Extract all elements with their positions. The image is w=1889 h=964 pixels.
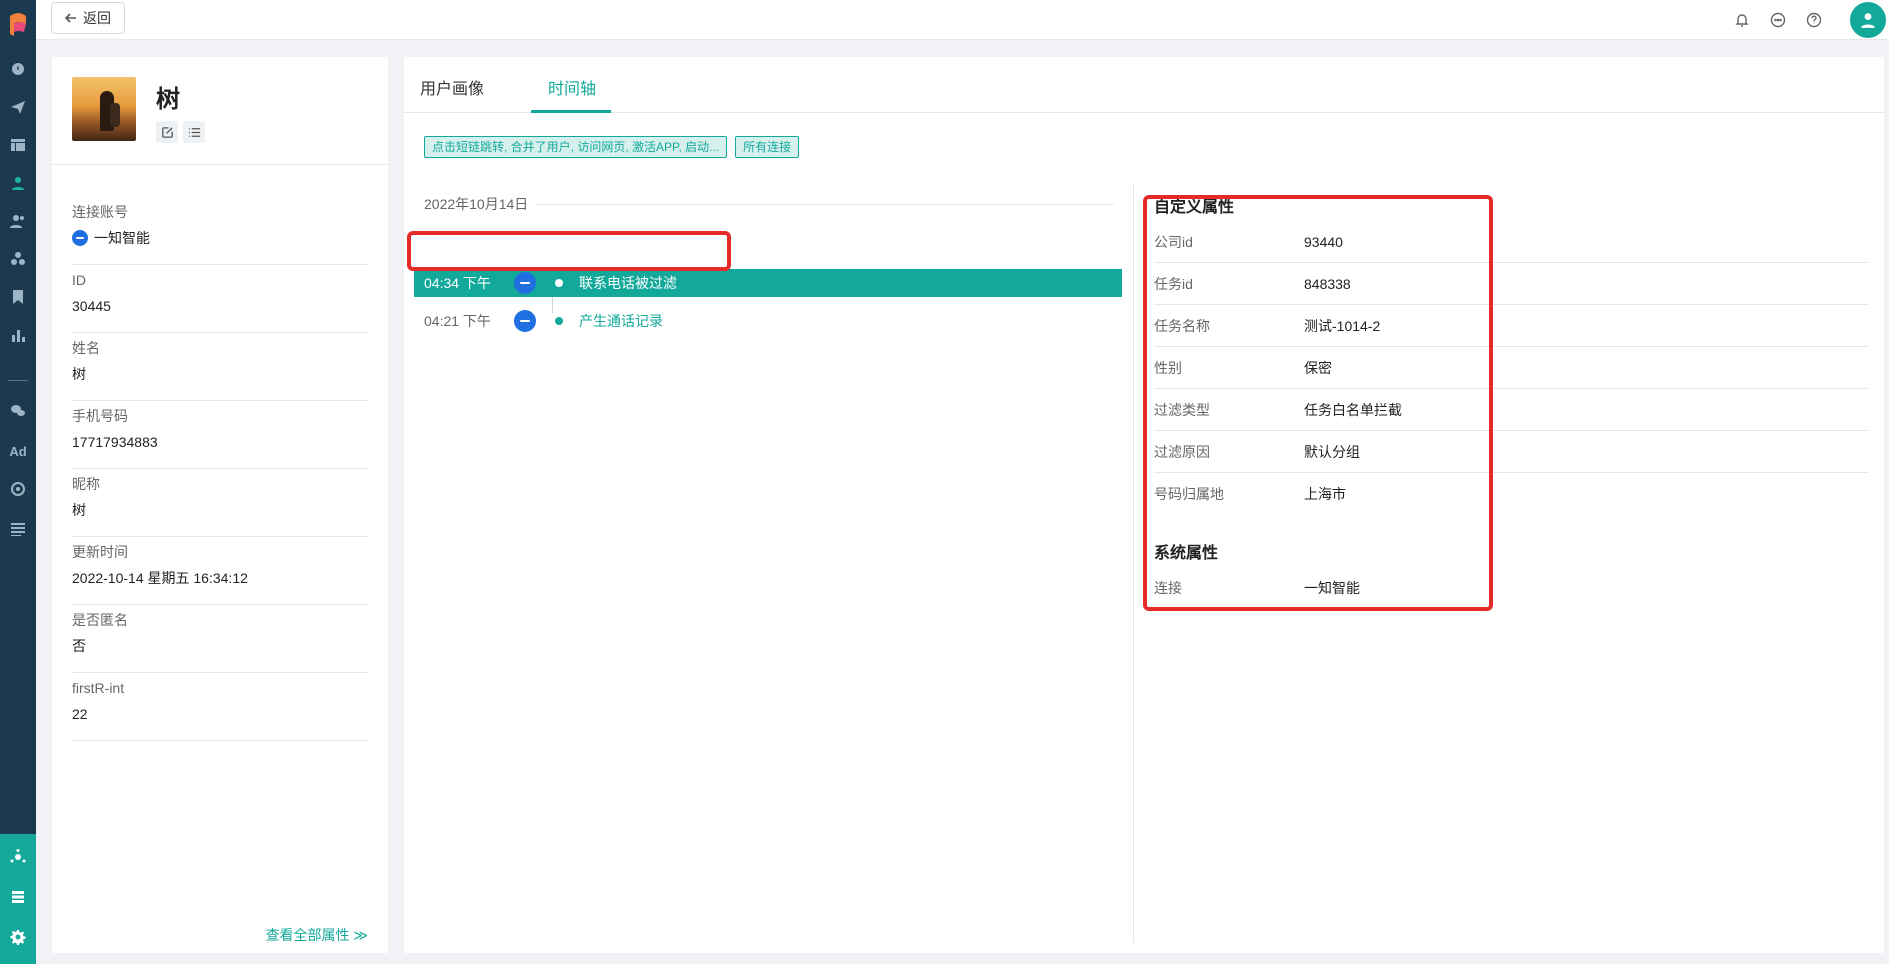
field-value: 2022-10-14 星期五 16:34:12: [72, 570, 248, 586]
app-logo-icon: [10, 13, 26, 36]
active-tab-indicator: [531, 110, 611, 113]
field-phone: 手机号码 17717934883: [72, 401, 368, 469]
field-value: 树: [72, 502, 86, 518]
field-label: 昵称: [72, 476, 100, 492]
edit-button[interactable]: [156, 121, 178, 143]
event-title: 联系电话被过滤: [579, 275, 677, 291]
timeline-event-selected[interactable]: 04:34 下午 联系电话被过滤: [414, 269, 1122, 297]
top-bar: 返回: [36, 0, 1889, 40]
users-icon[interactable]: [0, 206, 36, 236]
timeline-node-icon: [555, 317, 563, 325]
server-icon[interactable]: [0, 882, 36, 912]
rail-divider: [8, 380, 28, 381]
field-label: 更新时间: [72, 544, 128, 560]
field-value: 17717934883: [72, 434, 158, 450]
dashboard-icon[interactable]: [0, 54, 36, 84]
bookmark-icon[interactable]: [0, 282, 36, 312]
main-panel: 用户画像 时间轴 点击短链跳转, 合并了用户, 访问网页, 激活APP, 启动.…: [404, 57, 1884, 953]
list-icon: [188, 127, 200, 137]
event-type-filter-chip[interactable]: 点击短链跳转, 合并了用户, 访问网页, 激活APP, 启动...: [424, 136, 728, 158]
avatar-icon[interactable]: [1850, 2, 1886, 38]
field-firstr-int: firstR-int 22: [72, 673, 368, 741]
timeline-date-header: 2022年10月14日: [424, 195, 1114, 213]
timeline-node-icon: [555, 279, 563, 287]
highlight-box-attributes: [1143, 195, 1493, 611]
bar-chart-icon[interactable]: [0, 320, 36, 350]
field-label: 是否匿名: [72, 612, 128, 628]
help-icon[interactable]: [1796, 2, 1832, 38]
connection-filter-chip[interactable]: 所有连接: [735, 136, 800, 158]
field-id: ID 30445: [72, 265, 368, 333]
settings-gear-icon[interactable]: [0, 922, 36, 952]
tab-user-profile[interactable]: 用户画像: [420, 75, 484, 99]
field-value: 一知智能: [94, 230, 150, 246]
field-connected-account: 连接账号 一知智能: [72, 197, 368, 265]
tab-timeline[interactable]: 时间轴: [548, 75, 596, 99]
field-label: firstR-int: [72, 680, 125, 696]
field-label: 连接账号: [72, 204, 128, 220]
back-button-label: 返回: [83, 10, 111, 26]
bell-icon[interactable]: [1724, 2, 1760, 38]
list-view-button[interactable]: [183, 121, 205, 143]
company-logo-icon: [72, 230, 88, 246]
rail-bottom-group: [0, 834, 36, 964]
tab-bar: 用户画像 时间轴: [404, 57, 1884, 113]
source-logo-icon: [514, 310, 536, 332]
left-nav-rail: Ad: [0, 0, 36, 964]
field-label: 手机号码: [72, 408, 128, 424]
group-icon[interactable]: [0, 244, 36, 274]
profile-card: 树 连接账号 一知智能 ID 30445 姓名 树 手机号码 177179348…: [52, 57, 388, 953]
timeline-event[interactable]: 04:21 下午 产生通话记录: [414, 307, 1122, 335]
user-icon[interactable]: [0, 168, 36, 198]
field-anonymous: 是否匿名 否: [72, 605, 368, 673]
field-value: 30445: [72, 298, 111, 314]
send-icon[interactable]: [0, 92, 36, 122]
event-time: 04:21 下午: [424, 313, 491, 329]
field-label: 姓名: [72, 340, 100, 356]
panel-divider: [1133, 183, 1134, 943]
source-logo-icon: [514, 272, 536, 294]
target-icon[interactable]: [0, 474, 36, 504]
field-name: 姓名 树: [72, 333, 368, 401]
top-icons: [1724, 0, 1889, 40]
wechat-icon[interactable]: [0, 396, 36, 426]
chat-icon[interactable]: [1760, 2, 1796, 38]
list-icon[interactable]: [0, 514, 36, 544]
field-updated-time: 更新时间 2022-10-14 星期五 16:34:12: [72, 537, 368, 605]
field-label: ID: [72, 272, 86, 288]
field-value: 树: [72, 366, 86, 382]
highlight-box-event: [407, 231, 731, 271]
event-time: 04:34 下午: [424, 275, 491, 291]
view-all-attributes-link[interactable]: 查看全部属性 ≫: [265, 925, 368, 945]
date-divider: [536, 203, 1114, 205]
event-title: 产生通话记录: [579, 313, 663, 329]
field-value: 否: [72, 638, 86, 654]
avatar: [72, 77, 136, 141]
profile-divider: [52, 164, 388, 165]
field-value: 22: [72, 706, 88, 722]
field-nickname: 昵称 树: [72, 469, 368, 537]
profile-name: 树: [156, 86, 180, 113]
filter-chips: 点击短链跳转, 合并了用户, 访问网页, 激活APP, 启动... 所有连接: [424, 136, 800, 158]
table-icon[interactable]: [0, 130, 36, 160]
back-button[interactable]: 返回: [51, 2, 125, 34]
network-icon[interactable]: [0, 842, 36, 872]
edit-icon: [161, 126, 173, 138]
timeline-date: 2022年10月14日: [424, 196, 529, 212]
ad-icon[interactable]: Ad: [0, 436, 36, 466]
profile-fields: 连接账号 一知智能 ID 30445 姓名 树 手机号码 17717934883…: [72, 197, 368, 741]
arrow-left-icon: [65, 13, 76, 23]
